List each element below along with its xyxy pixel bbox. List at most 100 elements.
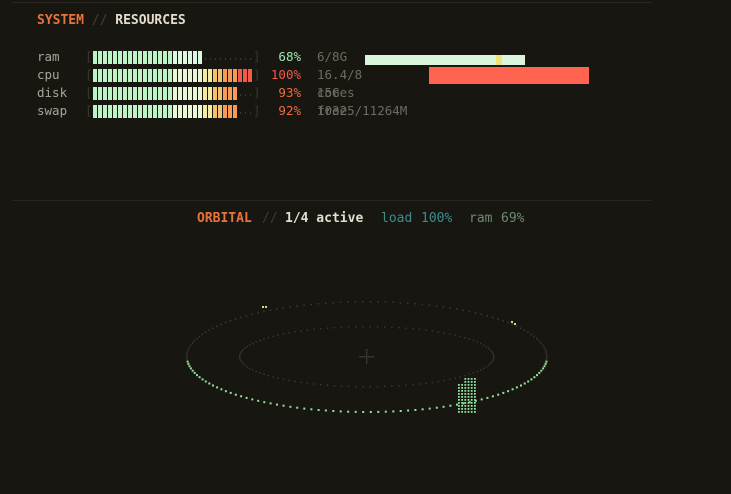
center-crosshair (361, 356, 363, 358)
outer-orbit-dot (399, 410, 402, 412)
outer-orbit-dot (282, 404, 285, 407)
active-body-block (467, 387, 470, 389)
inner-orbit-dot (300, 381, 302, 384)
outer-orbit-dot (347, 301, 349, 303)
active-body-block (458, 387, 460, 389)
outer-orbit-dot (540, 369, 543, 372)
inner-orbit-dot (288, 332, 290, 334)
inner-orbit-dot (391, 385, 393, 387)
outer-orbit-dot (257, 312, 259, 314)
active-body-block (474, 393, 476, 395)
inner-orbit-dot (476, 341, 478, 343)
outer-orbit-dot (511, 388, 514, 391)
outer-orbit-dot (198, 376, 201, 379)
outer-orbit-dot (545, 360, 548, 363)
outer-orbit-dot (198, 335, 201, 338)
outer-orbit-dot (369, 411, 372, 413)
outer-orbit-dot (542, 367, 545, 370)
center-crosshair (363, 356, 366, 358)
active-body-block (464, 390, 467, 392)
active-body-block (461, 387, 463, 389)
outer-orbit-dot (497, 318, 499, 320)
outer-orbit-dot (462, 309, 464, 312)
outer-orbit-dot (456, 403, 458, 406)
outer-orbit-dot (392, 410, 395, 413)
active-body-block (470, 405, 473, 407)
inner-orbit-dot (288, 379, 290, 382)
inner-orbit-dot (355, 326, 357, 328)
outer-orbit-dot (511, 323, 514, 326)
inner-orbit-dot (259, 339, 261, 342)
outer-orbit-dot (507, 321, 509, 324)
center-crosshair (368, 356, 370, 358)
active-body-block (470, 384, 473, 386)
inner-orbit-dot (472, 372, 475, 374)
outer-orbit-dot (456, 308, 458, 310)
inner-orbit-dot (443, 379, 445, 382)
active-body-block (474, 405, 476, 407)
inner-orbit-dot (249, 367, 251, 370)
outer-orbit-dot (191, 369, 194, 372)
outer-orbit-dot (480, 398, 483, 401)
active-body-block (458, 405, 460, 407)
mini-bar-ram (365, 55, 525, 65)
outer-orbit-dot (282, 307, 285, 309)
active-body-block (458, 390, 460, 392)
inner-orbit-dot (282, 333, 285, 335)
outer-orbit-dot (296, 305, 298, 307)
active-body-block (464, 399, 467, 401)
inner-orbit-dot (340, 326, 343, 328)
inner-orbit-dot (412, 328, 414, 330)
outer-orbit-dot (435, 305, 438, 307)
inner-orbit-dot (240, 350, 243, 353)
active-body-block (474, 411, 476, 413)
active-body-block (474, 378, 476, 380)
active-body-block (467, 390, 470, 392)
inner-orbit-dot (476, 370, 478, 373)
inner-orbit-dot (425, 329, 427, 331)
inner-orbit-dot (239, 354, 241, 356)
outer-orbit-dot (204, 331, 207, 333)
outer-orbit-dot (310, 303, 312, 306)
center-crosshair (366, 362, 368, 364)
active-body-block (458, 396, 460, 398)
inner-orbit-dot (277, 334, 279, 336)
outer-orbit-dot (543, 346, 545, 349)
active-body-block (464, 408, 467, 410)
active-body-block (474, 399, 476, 401)
inner-orbit-dot (480, 369, 482, 371)
outer-orbit-dot (384, 410, 387, 413)
orbit-marker-top-right (514, 323, 516, 325)
inner-orbit-dot (333, 385, 336, 387)
outer-orbit-dot (428, 304, 431, 306)
inner-orbit-dot (398, 385, 400, 387)
inner-orbit-dot (425, 382, 427, 384)
active-body-block (464, 387, 467, 389)
outer-orbit-dot (523, 382, 526, 385)
outer-orbit-dot (317, 303, 320, 305)
outer-orbit-dot (186, 351, 189, 353)
inner-orbit-dot (267, 337, 270, 339)
outer-orbit-dot (276, 308, 278, 310)
inner-orbit-dot (487, 364, 490, 366)
inner-orbit-dot (418, 328, 421, 331)
inner-orbit-dot (459, 335, 461, 338)
inner-orbit-dot (398, 327, 400, 329)
outer-orbit-dot (527, 331, 529, 333)
inner-orbit-dot (369, 326, 371, 328)
inner-orbit-dot (489, 362, 492, 365)
inner-orbit-dot (480, 342, 482, 345)
outer-orbit-dot (544, 349, 547, 351)
outer-orbit-dot (520, 327, 522, 329)
active-body-block (464, 405, 467, 407)
outer-orbit-dot (546, 356, 548, 358)
active-body-block (474, 396, 476, 398)
active-body-block (467, 384, 470, 386)
outer-orbit-dot (189, 344, 192, 347)
active-body-block (461, 393, 463, 395)
center-crosshair (366, 356, 368, 358)
outer-orbit-dot (212, 327, 214, 329)
outer-orbit-dot (208, 382, 211, 385)
inner-orbit-dot (443, 332, 445, 334)
outer-orbit-dot (220, 323, 222, 326)
